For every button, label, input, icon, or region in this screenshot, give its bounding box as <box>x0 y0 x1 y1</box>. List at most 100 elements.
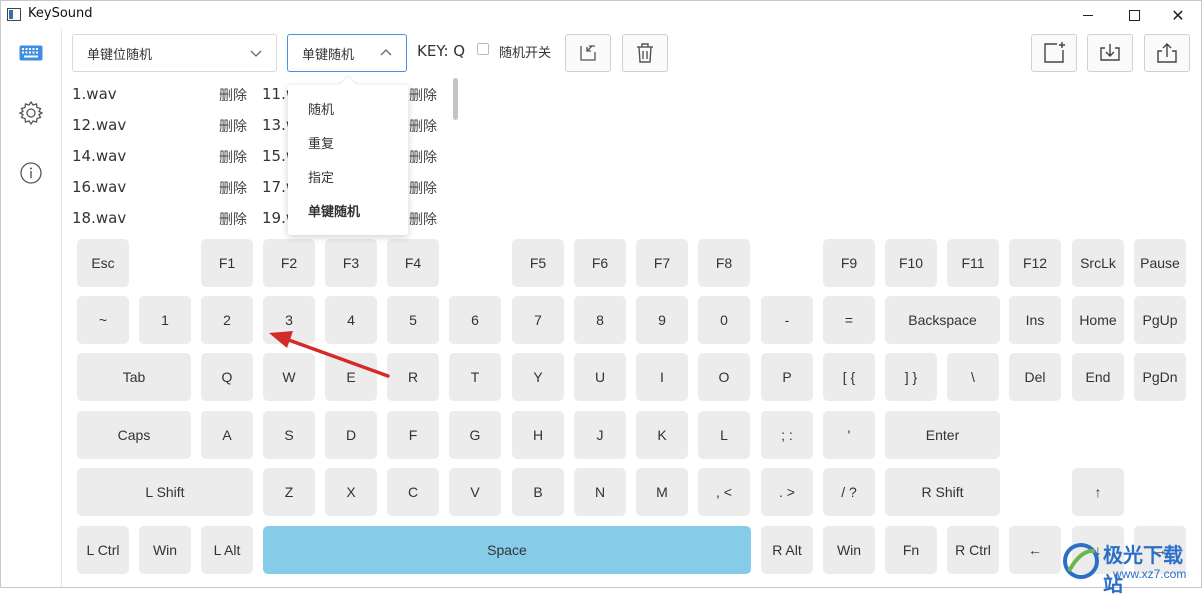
key-pgup[interactable]: PgUp <box>1134 296 1186 344</box>
key-f12[interactable]: F12 <box>1009 239 1061 287</box>
export-config-button[interactable] <box>1144 34 1190 72</box>
key-r-ctrl[interactable]: R Ctrl <box>947 526 999 574</box>
key-sym-row2-12[interactable]: = <box>823 296 875 344</box>
key-i[interactable]: I <box>636 353 688 401</box>
key-9[interactable]: 9 <box>636 296 688 344</box>
key-r-shift[interactable]: R Shift <box>885 468 1000 516</box>
key-a[interactable]: A <box>201 411 253 459</box>
key-ins[interactable]: Ins <box>1009 296 1061 344</box>
list-scrollbar[interactable] <box>453 78 458 120</box>
key-r[interactable]: R <box>387 353 439 401</box>
key-k[interactable]: K <box>636 411 688 459</box>
delete-link[interactable]: 删除 <box>409 85 437 105</box>
key-f6[interactable]: F6 <box>574 239 626 287</box>
key-q[interactable]: Q <box>201 353 253 401</box>
key-sym-row3-12[interactable]: ] } <box>885 353 937 401</box>
key-del[interactable]: Del <box>1009 353 1061 401</box>
key-6[interactable]: 6 <box>449 296 501 344</box>
key-o[interactable]: O <box>698 353 750 401</box>
key-s[interactable]: S <box>263 411 315 459</box>
key-l[interactable]: L <box>698 411 750 459</box>
key-sym-row5-10[interactable]: / ? <box>823 468 875 516</box>
info-icon[interactable] <box>15 157 47 189</box>
key-r-alt[interactable]: R Alt <box>761 526 813 574</box>
delete-link[interactable]: 删除 <box>409 178 437 198</box>
key-f8[interactable]: F8 <box>698 239 750 287</box>
dropdown-option-specified[interactable]: 指定 <box>288 159 408 193</box>
key-g[interactable]: G <box>449 411 501 459</box>
key-h[interactable]: H <box>512 411 564 459</box>
key-m[interactable]: M <box>636 468 688 516</box>
random-switch-checkbox[interactable] <box>477 43 489 55</box>
key-c[interactable]: C <box>387 468 439 516</box>
key-backspace[interactable]: Backspace <box>885 296 1000 344</box>
key-8[interactable]: 8 <box>574 296 626 344</box>
close-button[interactable]: ✕ <box>1155 1 1201 29</box>
new-config-button[interactable] <box>1031 34 1077 72</box>
play-mode-select[interactable]: 单键随机 <box>287 34 407 72</box>
key-sym-row5-9[interactable]: . > <box>761 468 813 516</box>
key-e[interactable]: E <box>325 353 377 401</box>
key-home[interactable]: Home <box>1072 296 1124 344</box>
key-sym-row3-11[interactable]: [ { <box>823 353 875 401</box>
import-config-button[interactable] <box>1087 34 1133 72</box>
delete-link[interactable]: 删除 <box>219 178 247 198</box>
delete-button[interactable] <box>622 34 668 72</box>
key-f4[interactable]: F4 <box>387 239 439 287</box>
keyboard-icon[interactable] <box>15 37 47 69</box>
mode-select[interactable]: 单键位随机 <box>72 34 277 72</box>
key-sym-row3-13[interactable]: \ <box>947 353 999 401</box>
key-f2[interactable]: F2 <box>263 239 315 287</box>
key-srclk[interactable]: SrcLk <box>1072 239 1124 287</box>
key-enter[interactable]: Enter <box>885 411 1000 459</box>
import-file-button[interactable] <box>565 34 611 72</box>
key-1[interactable]: 1 <box>139 296 191 344</box>
delete-link[interactable]: 删除 <box>219 116 247 136</box>
key-pause[interactable]: Pause <box>1134 239 1186 287</box>
key-fn[interactable]: Fn <box>885 526 937 574</box>
minimize-button[interactable] <box>1065 1 1111 29</box>
delete-link[interactable]: 删除 <box>219 147 247 167</box>
key-n[interactable]: N <box>574 468 626 516</box>
key-2[interactable]: 2 <box>201 296 253 344</box>
key-z[interactable]: Z <box>263 468 315 516</box>
key-win[interactable]: Win <box>139 526 191 574</box>
key-f11[interactable]: F11 <box>947 239 999 287</box>
key-f5[interactable]: F5 <box>512 239 564 287</box>
key-v[interactable]: V <box>449 468 501 516</box>
key-b[interactable]: B <box>512 468 564 516</box>
key-sym-row2-0[interactable]: ~ <box>77 296 129 344</box>
key-sym-row6-8[interactable]: ← <box>1009 526 1061 574</box>
key-esc[interactable]: Esc <box>77 239 129 287</box>
key-4[interactable]: 4 <box>325 296 377 344</box>
key-f3[interactable]: F3 <box>325 239 377 287</box>
key-l-shift[interactable]: L Shift <box>77 468 253 516</box>
delete-link[interactable]: 删除 <box>219 209 247 229</box>
key-sym-row4-11[interactable]: ' <box>823 411 875 459</box>
key-l-ctrl[interactable]: L Ctrl <box>77 526 129 574</box>
key-7[interactable]: 7 <box>512 296 564 344</box>
key-3[interactable]: 3 <box>263 296 315 344</box>
key-w[interactable]: W <box>263 353 315 401</box>
key-sym-row5-12[interactable]: ↑ <box>1072 468 1124 516</box>
delete-link[interactable]: 删除 <box>409 116 437 136</box>
key-caps[interactable]: Caps <box>77 411 191 459</box>
key-p[interactable]: P <box>761 353 813 401</box>
key-x[interactable]: X <box>325 468 377 516</box>
key-y[interactable]: Y <box>512 353 564 401</box>
delete-link[interactable]: 删除 <box>219 85 247 105</box>
key-f9[interactable]: F9 <box>823 239 875 287</box>
key-d[interactable]: D <box>325 411 377 459</box>
dropdown-option-repeat[interactable]: 重复 <box>288 125 408 159</box>
key-f7[interactable]: F7 <box>636 239 688 287</box>
key-0[interactable]: 0 <box>698 296 750 344</box>
dropdown-option-single-key-random[interactable]: 单键随机 <box>288 193 408 227</box>
gear-icon[interactable] <box>15 97 47 129</box>
key-f[interactable]: F <box>387 411 439 459</box>
delete-link[interactable]: 删除 <box>409 147 437 167</box>
key-win[interactable]: Win <box>823 526 875 574</box>
maximize-button[interactable] <box>1111 1 1157 29</box>
key-5[interactable]: 5 <box>387 296 439 344</box>
delete-link[interactable]: 删除 <box>409 209 437 229</box>
key-sym-row4-10[interactable]: ; : <box>761 411 813 459</box>
